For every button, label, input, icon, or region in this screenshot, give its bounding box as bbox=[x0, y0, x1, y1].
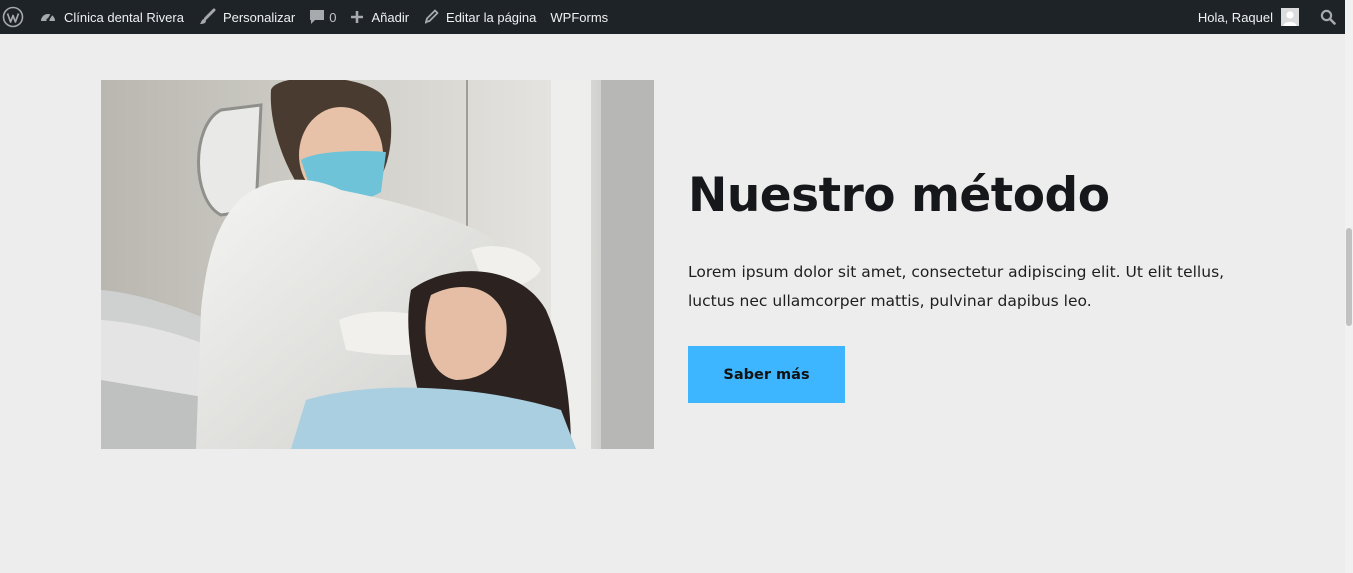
admin-search[interactable] bbox=[1306, 0, 1345, 34]
edit-page-label: Editar la página bbox=[446, 9, 537, 25]
add-new-menu[interactable]: Añadir bbox=[343, 0, 416, 34]
customize-menu[interactable]: Personalizar bbox=[191, 0, 302, 34]
page-scrollbar[interactable] bbox=[1345, 0, 1353, 573]
my-account-menu[interactable]: Hola, Raquel bbox=[1191, 0, 1306, 34]
user-avatar-icon bbox=[1281, 8, 1299, 26]
site-name: Clínica dental Rivera bbox=[64, 9, 184, 25]
scrollbar-thumb[interactable] bbox=[1346, 228, 1352, 326]
plus-icon bbox=[350, 10, 364, 24]
wordpress-logo-icon bbox=[2, 6, 24, 28]
dashboard-icon bbox=[39, 8, 57, 26]
wordpress-menu[interactable] bbox=[0, 0, 32, 34]
wpforms-menu[interactable]: WPForms bbox=[543, 0, 615, 34]
site-name-menu[interactable]: Clínica dental Rivera bbox=[32, 0, 191, 34]
admin-bar-left: Clínica dental Rivera Personalizar 0 Aña… bbox=[0, 0, 615, 34]
edit-page-menu[interactable]: Editar la página bbox=[416, 0, 543, 34]
comments-menu[interactable]: 0 bbox=[302, 0, 343, 34]
add-label: Añadir bbox=[371, 9, 410, 25]
section-title: Nuestro método bbox=[688, 168, 1110, 223]
search-icon bbox=[1320, 9, 1336, 25]
admin-bar: Clínica dental Rivera Personalizar 0 Aña… bbox=[0, 0, 1345, 34]
brush-icon bbox=[198, 8, 216, 26]
pencil-icon bbox=[423, 9, 439, 25]
customize-label: Personalizar bbox=[222, 9, 296, 25]
greeting: Hola, Raquel bbox=[1197, 9, 1273, 25]
section-body: Lorem ipsum dolor sit amet, consectetur … bbox=[688, 263, 1225, 310]
comments-count: 0 bbox=[329, 9, 337, 25]
wpforms-label: WPForms bbox=[550, 9, 609, 25]
dentist-photo bbox=[101, 80, 654, 449]
learn-more-button[interactable]: Saber más bbox=[688, 346, 845, 403]
comment-bubble-icon bbox=[309, 9, 325, 25]
admin-bar-right: Hola, Raquel bbox=[1191, 0, 1345, 34]
